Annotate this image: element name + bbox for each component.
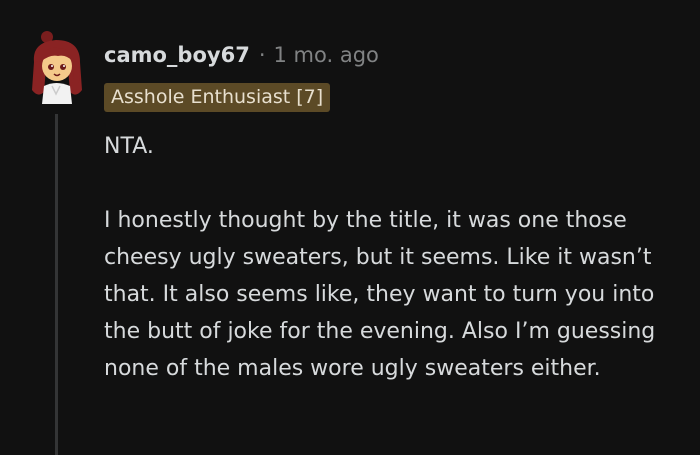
comment-timestamp[interactable]: 1 mo. ago (274, 43, 379, 67)
thread-collapse-line[interactable] (55, 114, 58, 455)
meta-separator: · (258, 43, 266, 67)
author-username[interactable]: camo_boy67 (104, 43, 250, 67)
user-flair: Asshole Enthusiast [7] (104, 83, 331, 112)
comment-body: NTA. I honestly thought by the title, it… (104, 128, 689, 387)
comment-paragraph: NTA. (104, 134, 154, 159)
comment: camo_boy67 · 1 mo. ago Asshole Enthusias… (0, 0, 700, 455)
avatar-icon (32, 31, 82, 104)
user-avatar[interactable] (26, 28, 90, 104)
comment-paragraph: I honestly thought by the title, it was … (104, 208, 656, 381)
comment-meta: camo_boy67 · 1 mo. ago (104, 38, 379, 72)
